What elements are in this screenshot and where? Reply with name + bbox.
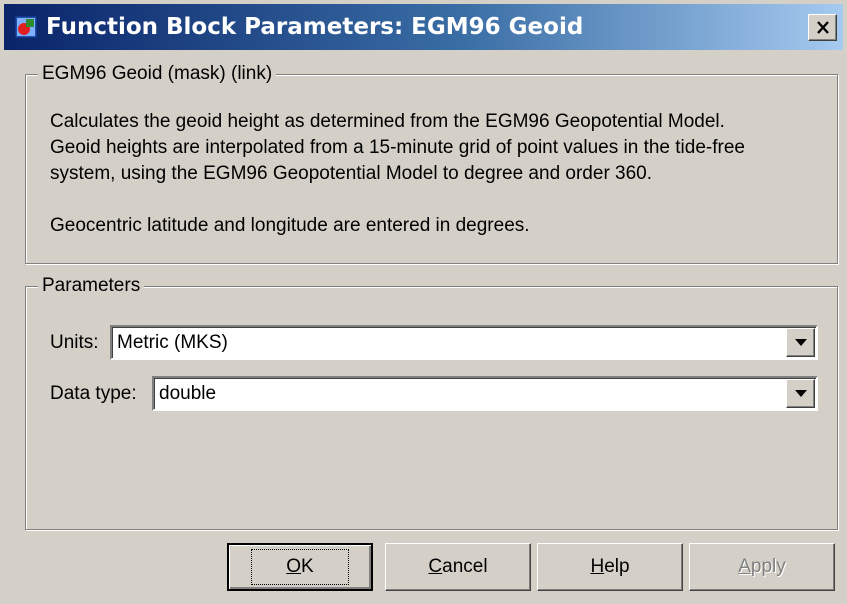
dialog-window: Function Block Parameters: EGM96 Geoid E… bbox=[0, 0, 847, 604]
title-bar[interactable]: Function Block Parameters: EGM96 Geoid bbox=[4, 4, 843, 50]
description-legend: EGM96 Geoid (mask) (link) bbox=[38, 63, 277, 85]
description-line: Geocentric latitude and longitude are en… bbox=[50, 215, 530, 236]
chevron-down-icon bbox=[794, 339, 807, 346]
chevron-down-icon bbox=[794, 390, 807, 397]
data-type-dropdown[interactable]: double bbox=[152, 376, 818, 411]
units-label: Units: bbox=[50, 332, 99, 353]
close-x-icon bbox=[816, 21, 829, 34]
close-button[interactable] bbox=[808, 14, 837, 41]
window-title: Function Block Parameters: EGM96 Geoid bbox=[46, 14, 584, 40]
units-dropdown[interactable]: Metric (MKS) bbox=[110, 325, 818, 360]
description-line: Geoid heights are interpolated from a 15… bbox=[50, 137, 745, 158]
description-group: EGM96 Geoid (mask) (link) Calculates the… bbox=[25, 63, 838, 264]
description-line: Calculates the geoid height as determine… bbox=[50, 111, 725, 132]
help-button[interactable]: Help bbox=[537, 543, 683, 591]
cancel-button[interactable]: Cancel bbox=[385, 543, 531, 591]
parameters-legend: Parameters bbox=[38, 275, 145, 297]
description-line: system, using the EGM96 Geopotential Mod… bbox=[50, 163, 653, 184]
apply-button[interactable]: Apply bbox=[689, 543, 835, 591]
data-type-dropdown-button[interactable] bbox=[786, 379, 815, 408]
ok-button[interactable]: OK bbox=[227, 543, 373, 591]
data-type-label: Data type: bbox=[50, 383, 137, 404]
simulink-block-icon bbox=[14, 15, 38, 39]
units-value: Metric (MKS) bbox=[117, 332, 228, 353]
units-dropdown-button[interactable] bbox=[786, 328, 815, 357]
data-type-value: double bbox=[159, 383, 217, 404]
parameters-group: Parameters Units: Metric (MKS) Data type… bbox=[25, 275, 838, 530]
description-text: Calculates the geoid height as determine… bbox=[50, 109, 745, 239]
